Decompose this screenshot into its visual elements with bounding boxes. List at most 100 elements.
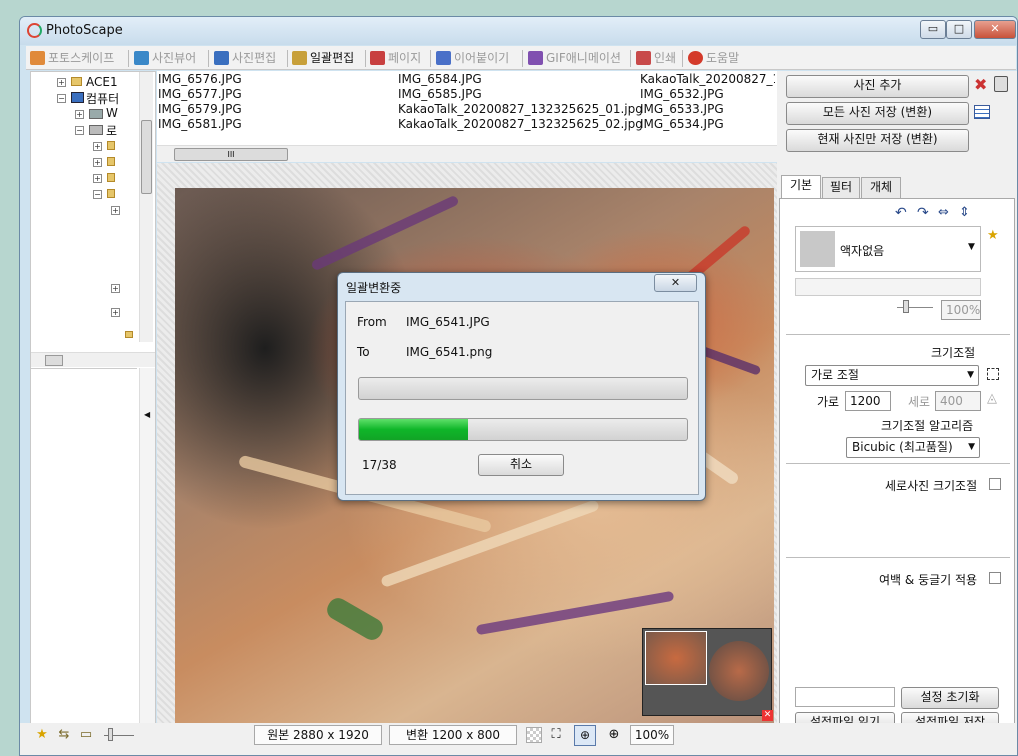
tab-print[interactable]: 인쇄 — [634, 49, 676, 68]
save-all-button[interactable]: 모든 사진 저장 (변환) — [786, 102, 969, 125]
crop-icon[interactable] — [987, 368, 999, 380]
list-icon[interactable] — [974, 105, 990, 119]
tab-basic[interactable]: 기본 — [781, 175, 821, 198]
expand-icon[interactable]: + — [57, 78, 66, 87]
aspect-lock-icon[interactable]: ◬ — [987, 391, 997, 406]
tree-hscrollbar[interactable] — [31, 352, 155, 367]
thumbnail-area[interactable] — [31, 368, 137, 726]
fit-window-icon[interactable]: ⛶ — [548, 727, 564, 743]
folder-open-icon[interactable]: ▭ — [78, 727, 94, 743]
file-item[interactable]: IMG_6579.JPG — [158, 102, 242, 116]
file-item[interactable]: IMG_6534.JPG — [640, 117, 724, 131]
file-item[interactable]: IMG_6533.JPG — [640, 102, 724, 116]
expand-icon[interactable]: + — [111, 308, 120, 317]
frame-select[interactable]: 액자없음 ▼ — [795, 226, 981, 272]
collapse-icon[interactable]: − — [57, 94, 66, 103]
file-item[interactable]: IMG_6584.JPG — [398, 72, 482, 86]
star-icon[interactable]: ★ — [34, 727, 50, 743]
tab-page[interactable]: 페이지 — [368, 49, 421, 68]
height-input[interactable]: 400 — [935, 391, 981, 411]
save-current-button[interactable]: 현재 사진만 저장 (변환) — [786, 129, 969, 152]
scroll-thumb[interactable] — [141, 120, 152, 194]
gif-icon — [528, 51, 543, 65]
folder-tree[interactable]: + ACE1 − 컴퓨터 + W − 로 + + + − + + + — [31, 72, 155, 352]
file-item[interactable]: IMG_6577.JPG — [158, 87, 242, 101]
app-title: PhotoScape — [46, 23, 123, 38]
actual-size-icon[interactable]: ⊕ — [574, 725, 596, 746]
drive-icon — [89, 109, 103, 119]
file-item[interactable]: KakaoTalk_20200827_132325625_02.jpg — [398, 117, 643, 131]
collapse-icon[interactable]: − — [93, 190, 102, 199]
add-photo-button[interactable]: 사진 추가 — [786, 75, 969, 98]
navigator-image — [709, 641, 769, 701]
file-list-hscrollbar[interactable]: III — [157, 145, 777, 162]
tab-help[interactable]: 도움말 — [686, 49, 739, 68]
panel-collapse-strip[interactable]: ◀ — [139, 368, 155, 726]
cancel-button[interactable]: 취소 — [478, 454, 564, 476]
tree-vscrollbar[interactable] — [139, 72, 153, 342]
scroll-thumb[interactable] — [45, 355, 63, 366]
chevron-down-icon: ▼ — [968, 442, 975, 452]
transparency-icon[interactable] — [526, 727, 542, 743]
zoom-level[interactable]: 100% — [630, 725, 674, 745]
tab-gif-animation[interactable]: GIF애니메이션 — [526, 49, 621, 68]
expand-icon[interactable]: + — [93, 158, 102, 167]
tab-viewer[interactable]: 사진뷰어 — [132, 49, 196, 68]
tab-photoscape[interactable]: 포토스케이프 — [28, 49, 114, 68]
file-item[interactable]: IMG_6585.JPG — [398, 87, 482, 101]
star-icon[interactable]: ★ — [987, 228, 999, 243]
folder-sync-icon[interactable]: ⇆ — [56, 727, 72, 743]
title-bar[interactable]: PhotoScape ▭ □ ✕ — [20, 17, 1017, 45]
algorithm-select[interactable]: Bicubic (최고품질) ▼ — [846, 437, 980, 458]
tab-editor[interactable]: 사진편집 — [212, 49, 276, 68]
resize-mode-select[interactable]: 가로 조절 ▼ — [805, 365, 979, 386]
tree-item[interactable]: 컴퓨터 — [86, 90, 121, 107]
close-window-button[interactable]: ✕ — [974, 20, 1016, 39]
expand-icon[interactable]: + — [75, 110, 84, 119]
frame-percent-field[interactable]: 100% — [941, 300, 981, 320]
rotate-right-icon[interactable]: ↷ — [917, 205, 929, 221]
file-item[interactable]: IMG_6576.JPG — [158, 72, 242, 86]
tree-item[interactable]: W — [106, 106, 118, 120]
collapse-arrow-icon[interactable]: ◀ — [144, 410, 150, 419]
file-item[interactable]: KakaoTalk_20200827_13 — [640, 72, 775, 86]
rotate-left-icon[interactable]: ↶ — [895, 205, 907, 221]
file-item[interactable]: IMG_6581.JPG — [158, 117, 242, 131]
tab-combine[interactable]: 이어붙이기 — [434, 49, 509, 68]
slider-thumb[interactable] — [108, 728, 113, 741]
frame-slider-thumb[interactable] — [903, 300, 909, 313]
dialog-title: 일괄변환중 — [346, 281, 402, 295]
tab-object[interactable]: 개체 — [861, 177, 901, 198]
collapse-icon[interactable]: − — [75, 126, 84, 135]
minimize-button[interactable]: ▭ — [920, 20, 946, 39]
width-input[interactable]: 1200 — [845, 391, 891, 411]
tab-label: 페이지 — [388, 51, 422, 65]
settings-preset-field[interactable] — [795, 687, 895, 707]
trash-icon[interactable] — [994, 76, 1008, 92]
tree-item[interactable]: 로 — [106, 122, 117, 139]
dialog-close-button[interactable]: ✕ — [654, 274, 697, 292]
flip-horizontal-icon[interactable]: ⇔ — [938, 205, 949, 220]
navigator-viewport[interactable] — [645, 631, 707, 685]
expand-icon[interactable]: + — [111, 284, 120, 293]
scroll-thumb[interactable]: III — [174, 148, 288, 161]
tab-filter[interactable]: 필터 — [822, 177, 860, 198]
frame-option-box[interactable] — [795, 278, 981, 296]
close-navigator-icon[interactable]: ✕ — [762, 710, 773, 721]
tab-batch-editor[interactable]: 일괄편집 — [290, 49, 354, 68]
expand-icon[interactable]: + — [111, 206, 120, 215]
file-list[interactable]: IMG_6576.JPG IMG_6577.JPG IMG_6579.JPG I… — [157, 71, 777, 149]
margin-round-checkbox[interactable] — [989, 572, 1001, 584]
file-item[interactable]: IMG_6532.JPG — [640, 87, 724, 101]
expand-icon[interactable]: + — [93, 174, 102, 183]
navigator-preview[interactable] — [642, 628, 772, 716]
file-item[interactable]: KakaoTalk_20200827_132325625_01.jpg — [398, 102, 643, 116]
remove-icon[interactable]: ✖ — [974, 75, 987, 94]
portrait-resize-checkbox[interactable] — [989, 478, 1001, 490]
flip-vertical-icon[interactable]: ⇕ — [959, 205, 970, 220]
tree-item[interactable]: ACE1 — [86, 75, 118, 89]
zoom-icon[interactable]: ⊕ — [606, 727, 622, 743]
reset-settings-button[interactable]: 설정 초기화 — [901, 687, 999, 709]
maximize-button[interactable]: □ — [946, 20, 972, 39]
expand-icon[interactable]: + — [93, 142, 102, 151]
